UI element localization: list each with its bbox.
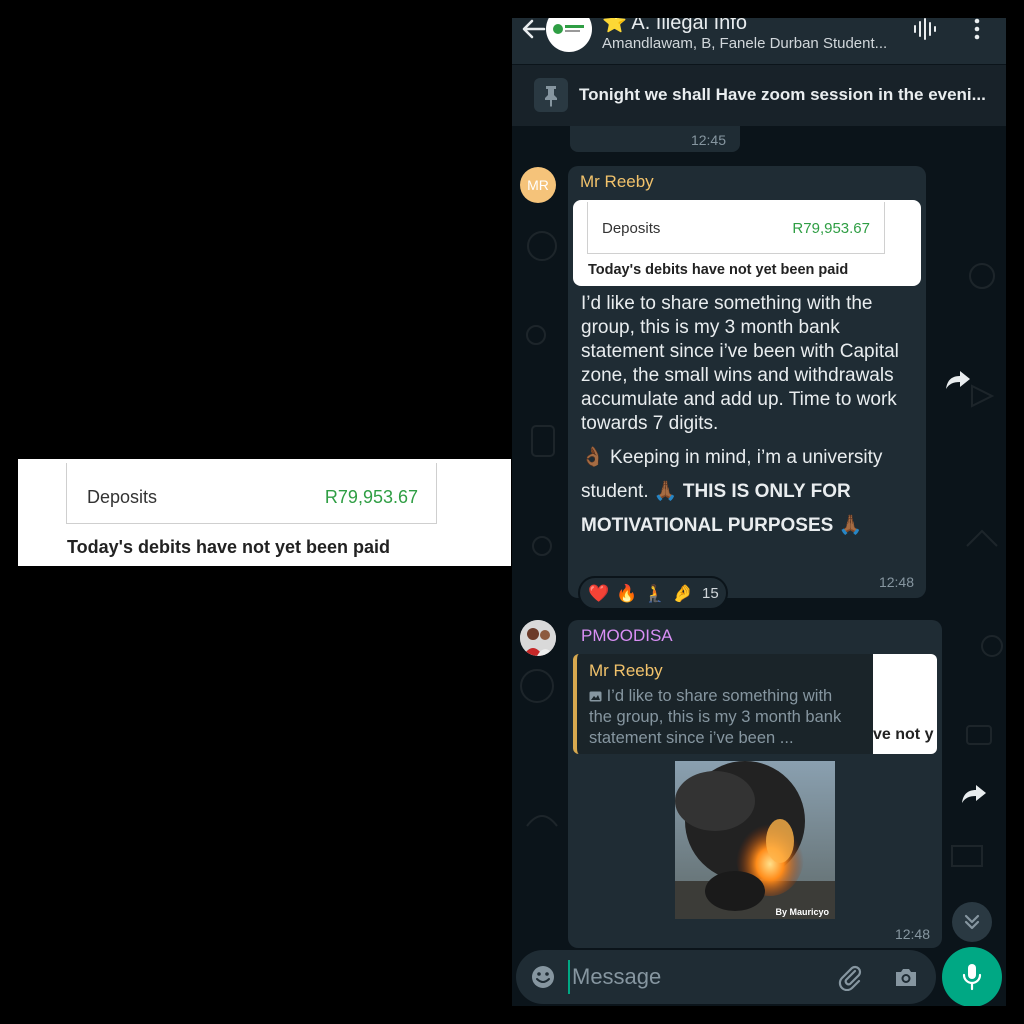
forward-icon[interactable] — [960, 782, 988, 806]
debits-note: Today's debits have not yet been paid — [67, 537, 391, 557]
message-bubble-mr-reeby[interactable]: Mr Reeby Deposits R79,953.67 Today's deb… — [568, 166, 926, 598]
image-deposits-value: R79,953.67 — [792, 220, 870, 237]
forward-icon[interactable] — [944, 368, 972, 392]
sender-name[interactable]: PMOODISA — [581, 626, 673, 646]
image-deposits-box: Deposits R79,953.67 — [587, 202, 885, 254]
reaction-kneel: 🧎 — [644, 584, 666, 603]
group-avatar[interactable] — [546, 18, 592, 52]
double-chevron-down-icon — [964, 914, 980, 930]
voice-call-icon[interactable] — [912, 18, 938, 40]
pray-emoji-2: 🙏🏾 — [838, 515, 863, 536]
scroll-to-bottom-button[interactable] — [952, 902, 992, 942]
quoted-text-body: I’d like to share something with the gro… — [589, 687, 842, 747]
message-input-bar — [516, 950, 936, 1004]
sender-name[interactable]: Mr Reeby — [580, 172, 654, 192]
message-text: I’d like to share something with the gro… — [581, 293, 899, 434]
ok-hand-emoji: 👌🏾 — [581, 447, 605, 468]
pin-icon — [534, 78, 568, 112]
whatsapp-screen: ⭐ A. Illegal Info Amandlawam, B, Fanele … — [512, 18, 1006, 1006]
reaction-pinch: 🤌 — [672, 584, 694, 603]
group-title[interactable]: ⭐ A. Illegal Info — [602, 18, 747, 35]
attached-image-statement[interactable]: Deposits R79,953.67 Today's debits have … — [573, 200, 921, 286]
back-arrow-icon[interactable] — [520, 18, 546, 40]
quoted-sender: Mr Reeby — [589, 661, 663, 680]
date-time-pill: 12:45 — [570, 126, 740, 152]
image-icon — [589, 691, 602, 702]
reaction-fire: 🔥 — [616, 584, 638, 603]
group-members[interactable]: Amandlawam, B, Fanele Durban Student... — [602, 35, 887, 52]
chat-area: 12:45 MR Mr Reeby Deposits R79,953.67 To… — [512, 126, 1006, 948]
pray-emoji: 🙏🏾 — [653, 481, 678, 502]
message-time: 12:48 — [894, 926, 930, 942]
chat-header: ⭐ A. Illegal Info Amandlawam, B, Fanele … — [512, 18, 1006, 64]
reaction-count: 15 — [702, 585, 719, 602]
quoted-thumbnail-text: ve not y — [873, 726, 934, 743]
image-watermark: By Mauricyo — [775, 907, 829, 917]
emoji-icon[interactable] — [530, 964, 556, 990]
capital-zone-logo-icon — [553, 24, 584, 34]
quoted-thumbnail: ve not y — [873, 654, 937, 754]
reactions-bar[interactable]: ❤️ 🔥 🧎 🤌 15 — [578, 576, 728, 610]
camera-icon[interactable] — [892, 963, 920, 991]
deposits-box: Deposits R79,953.67 — [66, 463, 437, 524]
reaction-heart: ❤️ — [588, 584, 610, 603]
message-bubble-pmoodisa[interactable]: PMOODISA Mr Reeby I’d like to share some… — [568, 620, 942, 948]
quoted-reply[interactable]: Mr Reeby I’d like to share something wit… — [573, 654, 937, 754]
fire-image-icon — [675, 761, 835, 919]
attached-fire-image[interactable]: By Mauricyo — [675, 761, 835, 919]
quoted-text: I’d like to share something with the gro… — [589, 686, 859, 749]
pinned-message-bar[interactable]: Tonight we shall Have zoom session in th… — [512, 64, 1006, 126]
image-debits-note: Today's debits have not yet been paid — [588, 262, 849, 278]
attach-paperclip-icon[interactable] — [836, 963, 864, 991]
message-input[interactable] — [568, 960, 808, 994]
more-options-icon[interactable] — [972, 18, 982, 40]
message-time: 12:48 — [878, 574, 914, 590]
sender-avatar-mr-reeby[interactable]: MR — [520, 167, 556, 203]
image-deposits-label: Deposits — [602, 220, 661, 237]
pinned-message-text: Tonight we shall Have zoom session in th… — [579, 85, 986, 104]
deposits-value: R79,953.67 — [324, 487, 418, 507]
zoomed-statement-crop: Deposits R79,953.67 Today's debits have … — [18, 459, 511, 566]
sender-avatar-pmoodisa[interactable] — [520, 620, 556, 656]
message-text-continued: 👌🏾 Keeping in mind, i’m a university stu… — [581, 441, 921, 543]
voice-message-button[interactable] — [942, 947, 1002, 1006]
time-pill-text: 12:45 — [690, 132, 726, 148]
microphone-icon — [962, 964, 982, 991]
deposits-label: Deposits — [87, 487, 158, 507]
